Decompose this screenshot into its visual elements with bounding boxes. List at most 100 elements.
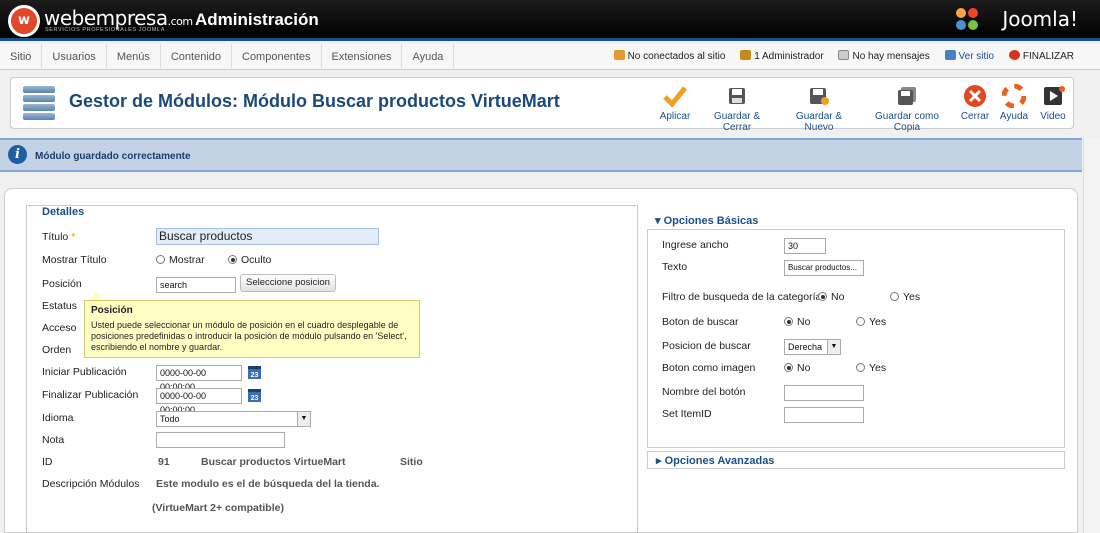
chevron-down-icon: ▼	[827, 340, 840, 354]
search-button-yes[interactable]: Yes	[856, 316, 886, 328]
mail-icon	[838, 50, 850, 60]
id-label: ID	[42, 456, 53, 468]
button-image-no[interactable]: No	[784, 362, 810, 374]
lifebuoy-icon	[998, 83, 1030, 109]
itemid-label: Set ItemID	[662, 408, 712, 420]
description-label: Descripción Módulos	[42, 478, 140, 490]
calendar-icon[interactable]: 23	[248, 389, 261, 402]
header-bar: w webempresa.com SERVICIOS PROFESIONALES…	[0, 0, 1100, 41]
category-filter-label: Filtro de busqueda de la categoría	[662, 291, 822, 303]
button-name-input[interactable]	[784, 385, 864, 401]
caret-down-icon: ▾	[655, 215, 661, 227]
note-label: Nota	[42, 434, 65, 446]
logout-link[interactable]: FINALIZAR	[1008, 50, 1074, 62]
menu-sitio[interactable]: Sitio	[0, 44, 43, 70]
radio-selected-icon	[228, 255, 237, 264]
radio-selected-icon	[784, 363, 793, 372]
category-filter-no[interactable]: No	[818, 291, 844, 303]
show-title-option-hidden[interactable]: Oculto	[228, 254, 271, 266]
save-copy-icon	[864, 83, 950, 109]
calendar-icon[interactable]: 23	[248, 366, 261, 379]
status-messages: No hay mensajes	[838, 50, 930, 62]
button-image-yes[interactable]: Yes	[856, 362, 886, 374]
monitor-icon	[944, 50, 956, 60]
page-title: Gestor de Módulos: Módulo Buscar product…	[69, 91, 560, 111]
modules-icon	[23, 86, 55, 120]
menu-componentes[interactable]: Componentes	[232, 44, 322, 70]
radio-selected-icon	[818, 292, 827, 301]
save-icon	[700, 83, 774, 109]
search-button-label: Boton de buscar	[662, 316, 739, 328]
status-label: Estatus	[42, 300, 78, 312]
publish-up-label: Iniciar Publicación	[42, 366, 127, 378]
position-label: Posición	[42, 278, 82, 290]
publish-up-input[interactable]: 0000-00-00 00:00:00	[156, 365, 242, 392]
menu-ayuda[interactable]: Ayuda	[402, 44, 455, 70]
position-input[interactable]: search	[156, 277, 236, 293]
apply-button[interactable]: Aplicar	[656, 83, 694, 122]
radio-selected-icon	[784, 317, 793, 326]
joomla-logo: Joomla!	[1002, 7, 1078, 31]
view-site-link[interactable]: Ver sitio	[944, 50, 994, 62]
text-label: Texto	[662, 261, 688, 273]
help-button[interactable]: Ayuda	[998, 83, 1030, 122]
status-admins: 1 Administrador	[740, 50, 824, 62]
button-position-select[interactable]: Derecha ▼	[784, 339, 841, 355]
category-filter-yes[interactable]: Yes	[890, 291, 920, 303]
note-input[interactable]	[156, 432, 285, 448]
check-icon	[656, 83, 694, 109]
radio-icon	[890, 292, 899, 301]
menu-contenido[interactable]: Contenido	[161, 44, 232, 70]
title-input[interactable]: Buscar productos	[156, 228, 379, 245]
admin-icon	[740, 50, 752, 60]
width-label: Ingrese ancho	[662, 239, 729, 251]
title-label: Título *	[42, 231, 76, 243]
close-button[interactable]: Cerrar	[958, 83, 992, 122]
button-position-label: Posicion de buscar	[662, 340, 751, 352]
module-client: Sitio	[400, 456, 423, 468]
video-button[interactable]: Video	[1038, 83, 1068, 122]
description-line-1: Este modulo es el de búsqueda del la tie…	[156, 478, 380, 490]
close-icon	[958, 83, 992, 109]
system-message: i Módulo guardado correctamente	[0, 138, 1082, 172]
menu-extensiones[interactable]: Extensiones	[322, 44, 403, 70]
save-new-icon	[782, 83, 856, 109]
menu-menus[interactable]: Menús	[107, 44, 161, 70]
main-menu: Sitio Usuarios Menús Contenido Component…	[0, 44, 1100, 70]
save-copy-button[interactable]: Guardar como Copia	[864, 83, 950, 133]
menu-usuarios[interactable]: Usuarios	[42, 44, 107, 70]
radio-icon	[856, 363, 865, 372]
access-label: Acceso	[42, 322, 77, 334]
itemid-input[interactable]	[784, 407, 864, 423]
users-icon	[613, 50, 625, 60]
joomla-logo-icon	[956, 8, 978, 30]
show-title-label: Mostrar Título	[42, 254, 107, 266]
save-close-button[interactable]: Guardar & Cerrar	[700, 83, 774, 133]
brand-subtitle: SERVICIOS PROFESIONALES JOOMLA	[45, 27, 165, 33]
chevron-down-icon: ▼	[297, 412, 310, 426]
button-image-label: Boton como imagen	[662, 362, 756, 374]
status-connected: No conectados al sitio	[613, 50, 725, 62]
select-position-button[interactable]: Seleccione posicion	[240, 274, 336, 292]
publish-down-input[interactable]: 0000-00-00 00:00:00	[156, 388, 242, 415]
tooltip-body: Usted puede seleccionar un módulo de pos…	[91, 320, 407, 352]
status-bar: No conectados al sitio 1 Administrador N…	[602, 44, 1074, 70]
search-button-no[interactable]: No	[784, 316, 810, 328]
video-icon	[1038, 83, 1068, 109]
publish-down-label: Finalizar Publicación	[42, 389, 139, 401]
text-input[interactable]: Buscar productos...	[784, 260, 864, 276]
position-tooltip: Posición Usted puede seleccionar un módu…	[84, 300, 420, 358]
tooltip-title: Posición	[91, 305, 133, 316]
language-label: Idioma	[42, 412, 74, 424]
vertical-scrollbar[interactable]	[1083, 138, 1100, 533]
language-select[interactable]: Todo ▼	[156, 411, 311, 427]
advanced-options-toggle[interactable]: ▸ Opciones Avanzadas	[647, 451, 1065, 469]
order-label: Orden	[42, 344, 72, 356]
admin-title: Administración	[195, 10, 319, 29]
button-name-label: Nombre del botón	[662, 386, 746, 398]
show-title-option-show[interactable]: Mostrar	[156, 254, 205, 266]
basic-options-toggle[interactable]: ▾ Opciones Básicas	[647, 212, 1065, 230]
width-input[interactable]: 30	[784, 238, 826, 254]
save-new-button[interactable]: Guardar & Nuevo	[782, 83, 856, 133]
webempresa-logo-icon: w	[8, 5, 40, 37]
